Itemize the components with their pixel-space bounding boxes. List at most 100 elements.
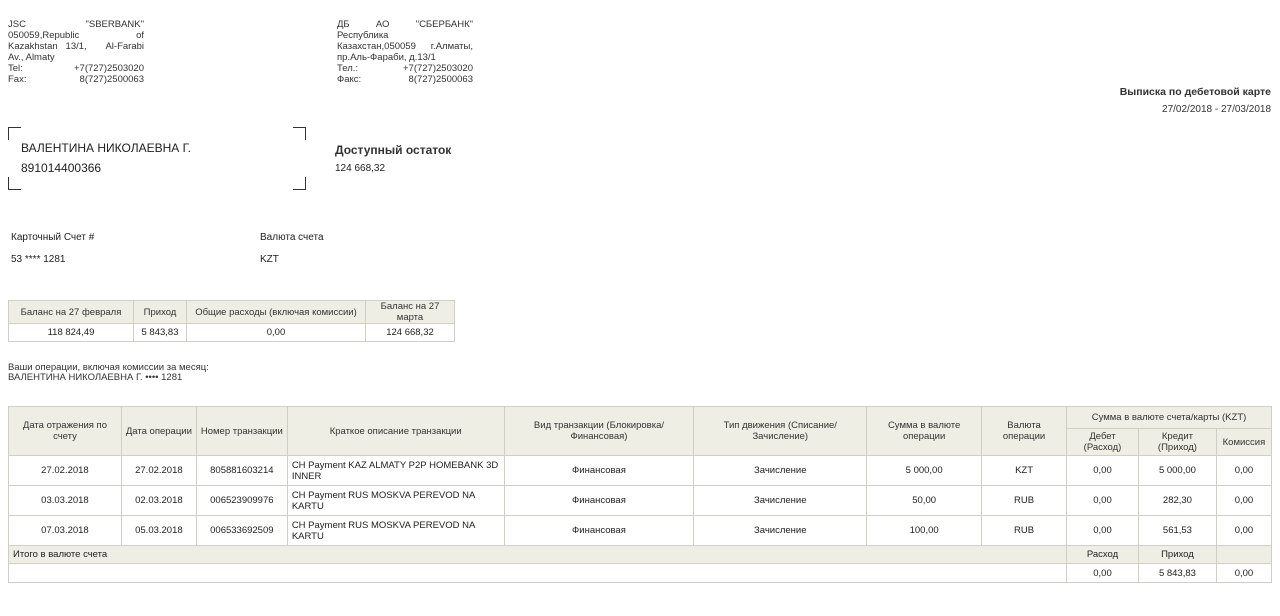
summary-header: Баланс на 27 февраля (8, 300, 134, 324)
account-currency: KZT (260, 254, 279, 265)
address-text: ДБ (337, 19, 350, 30)
total-debit-label: Расход (1066, 545, 1139, 564)
cell-posting-date: 27.02.2018 (8, 455, 122, 486)
tel-label: Tel: (8, 63, 23, 74)
transactions-table: Дата отражения по счету Дата операции Но… (7, 406, 1273, 583)
cell-currency: RUB (981, 515, 1068, 546)
address-text: "SBERBANK" (85, 19, 144, 30)
col-header-amount: Сумма в валюте операции (866, 406, 983, 456)
cell-fee: 0,00 (1215, 485, 1273, 516)
total-header-row: Итого в валюте счета Расход Приход (7, 545, 1273, 564)
total-credit: 5 843,83 (1137, 563, 1217, 583)
summary-value: 118 824,49 (8, 323, 134, 342)
col-header-number: Номер транзакции (195, 406, 288, 456)
cell-currency: KZT (981, 455, 1068, 486)
table-row: 07.03.2018 05.03.2018 006533692509 CH Pa… (8, 515, 1273, 546)
cell-description: CH Payment KAZ ALMATY P2P HOMEBANK 3D IN… (286, 455, 505, 486)
tel-value: +7(727)2503020 (403, 63, 473, 74)
corner-mark (293, 127, 306, 140)
col-header-currency: Валюта операции (981, 406, 1068, 456)
total-spacer (7, 563, 1068, 583)
col-header-fee: Комиссия (1215, 428, 1273, 456)
address-text: Av., Almaty (8, 52, 55, 63)
summary-header: Баланс на 27 марта (365, 300, 455, 324)
corner-mark (293, 177, 306, 190)
address-text: Республика (337, 30, 389, 41)
balance-summary-table: Баланс на 27 февраля Приход Общие расход… (8, 300, 455, 342)
col-header-op-date: Дата операции (120, 406, 197, 456)
address-text: JSC (8, 19, 26, 30)
address-text: of (136, 30, 144, 41)
bank-address-en: JSC "SBERBANK" 050059,Republic of Kazakhst… (8, 19, 144, 85)
client-id: 891014400366 (21, 161, 102, 175)
address-text: Казахстан,050059 (337, 41, 416, 52)
statement-period: 27/02/2018 - 27/03/2018 (1162, 104, 1271, 115)
cell-movement: Зачисление (693, 485, 868, 516)
fax-label: Fax: (8, 74, 27, 85)
cell-credit: 5 000,00 (1137, 455, 1217, 486)
cell-type: Финансовая (503, 515, 695, 546)
card-account-number: 53 **** 1281 (11, 254, 66, 265)
client-box: ВАЛЕНТИНА НИКОЛАЕВНА Г. 891014400366 (8, 127, 306, 190)
cell-credit: 282,30 (1137, 485, 1217, 516)
cell-description: CH Payment RUS MOSKVA PEREVOD NA KARTU (286, 515, 505, 546)
total-fee-label (1215, 545, 1273, 564)
operations-intro-card: ВАЛЕНТИНА НИКОЛАЕВНА Г. •••• 1281 (8, 372, 183, 383)
cell-op-date: 02.03.2018 (120, 485, 197, 516)
summary-header: Приход (133, 300, 187, 324)
address-text: 050059,Republic (8, 30, 80, 41)
total-label: Итого в валюте счета (7, 545, 1068, 564)
col-header-credit: Кредит (Приход) (1137, 428, 1217, 456)
cell-posting-date: 07.03.2018 (8, 515, 122, 546)
col-header-group: Сумма в валюте счета/карты (KZT) (1066, 406, 1272, 429)
card-account-label: Карточный Счет # (11, 232, 95, 243)
cell-posting-date: 03.03.2018 (8, 485, 122, 516)
address-text: г.Алматы, (430, 41, 473, 52)
summary-header: Общие расходы (включая комиссии) (186, 300, 366, 324)
col-header-movement: Тип движения (Списание/Зачисление) (693, 406, 868, 456)
cell-debit: 0,00 (1066, 455, 1139, 486)
tel-label: Тел.: (337, 63, 359, 74)
address-text: Al-Farabi (105, 41, 144, 52)
total-credit-label: Приход (1137, 545, 1217, 564)
cell-number: 006533692509 (195, 515, 288, 546)
table-row: 03.03.2018 02.03.2018 006523909976 CH Pa… (8, 485, 1273, 516)
total-debit: 0,00 (1066, 563, 1139, 583)
summary-value: 5 843,83 (133, 323, 187, 342)
cell-debit: 0,00 (1066, 485, 1139, 516)
cell-fee: 0,00 (1215, 455, 1273, 486)
total-fee: 0,00 (1215, 563, 1273, 583)
address-text: "СБЕРБАНК" (415, 19, 473, 30)
operations-intro: Ваши операции, включая комиссии за месяц… (8, 363, 209, 383)
cell-credit: 561,53 (1137, 515, 1217, 546)
corner-mark (8, 127, 21, 140)
corner-mark (8, 177, 21, 190)
fax-value: 8(727)2500063 (408, 74, 473, 85)
tel-value: +7(727)2503020 (74, 63, 144, 74)
cell-number: 805881603214 (195, 455, 288, 486)
available-balance-label: Доступный остаток (335, 143, 452, 157)
fax-label: Факс: (337, 74, 362, 85)
client-name: ВАЛЕНТИНА НИКОЛАЕВНА Г. (21, 141, 191, 155)
table-row: 27.02.2018 27.02.2018 805881603214 CH Pa… (8, 455, 1273, 486)
col-header-posting-date: Дата отражения по счету (8, 406, 122, 456)
col-header-description: Краткое описание транзакции (286, 406, 505, 456)
available-balance-value: 124 668,32 (335, 163, 386, 174)
cell-op-date: 05.03.2018 (120, 515, 197, 546)
address-text: АО (375, 19, 390, 30)
cell-amount: 100,00 (866, 515, 983, 546)
cell-movement: Зачисление (693, 515, 868, 546)
address-text: Kazakhstan 13/1, (8, 41, 87, 52)
summary-value: 0,00 (186, 323, 366, 342)
cell-number: 006523909976 (195, 485, 288, 516)
cell-amount: 50,00 (866, 485, 983, 516)
total-values-row: 0,00 5 843,83 0,00 (7, 563, 1273, 583)
cell-type: Финансовая (503, 485, 695, 516)
summary-value: 124 668,32 (365, 323, 455, 342)
cell-type: Финансовая (503, 455, 695, 486)
cell-description: CH Payment RUS MOSKVA PEREVOD NA KARTU (286, 485, 505, 516)
col-header-type: Вид транзакции (Блокировка/Финансовая) (503, 406, 695, 456)
cell-amount: 5 000,00 (866, 455, 983, 486)
account-currency-label: Валюта счета (260, 232, 324, 243)
cell-fee: 0,00 (1215, 515, 1273, 546)
